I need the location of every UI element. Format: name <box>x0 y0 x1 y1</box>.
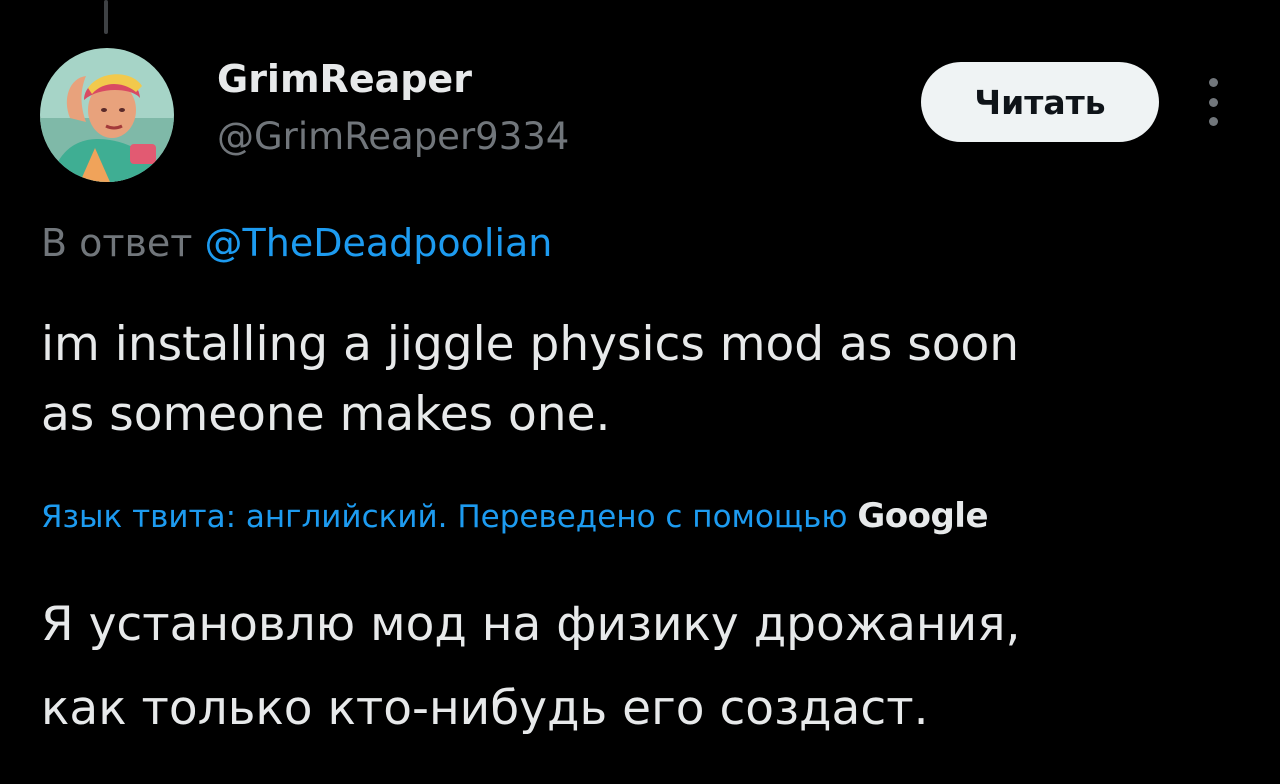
avatar-illustration-icon <box>40 48 174 182</box>
avatar[interactable] <box>40 48 174 182</box>
follow-button[interactable]: Читать <box>921 62 1159 142</box>
translation-note-text: Язык твита: английский. Переведено с пом… <box>41 499 848 535</box>
reply-mention-link[interactable]: @TheDeadpoolian <box>205 221 553 265</box>
translated-text-line: Я установлю мод на физику дрожания, <box>41 597 1021 652</box>
dot-icon <box>1208 117 1218 126</box>
translated-text: Я установлю мод на физику дрожания, как … <box>41 583 1241 751</box>
thread-connector-line <box>104 0 108 34</box>
user-handle[interactable]: @GrimReaper9334 <box>217 115 569 159</box>
tweet-text-line: as someone makes one. <box>41 387 611 442</box>
dot-icon <box>1208 78 1218 87</box>
translation-note[interactable]: Язык твита: английский. Переведено с пом… <box>41 496 989 537</box>
google-logo: Google <box>857 496 989 536</box>
user-display-name[interactable]: GrimReaper <box>217 57 472 102</box>
reply-context: В ответ @TheDeadpoolian <box>41 221 553 266</box>
dot-icon <box>1208 97 1218 107</box>
tweet-text-line: im installing a jiggle physics mod as so… <box>41 317 1020 372</box>
translated-text-line: как только кто-нибудь его создаст. <box>41 681 929 736</box>
more-options-icon[interactable] <box>1198 78 1228 126</box>
tweet-text: im installing a jiggle physics mod as so… <box>41 310 1241 450</box>
reply-prefix: В ответ <box>41 221 193 265</box>
